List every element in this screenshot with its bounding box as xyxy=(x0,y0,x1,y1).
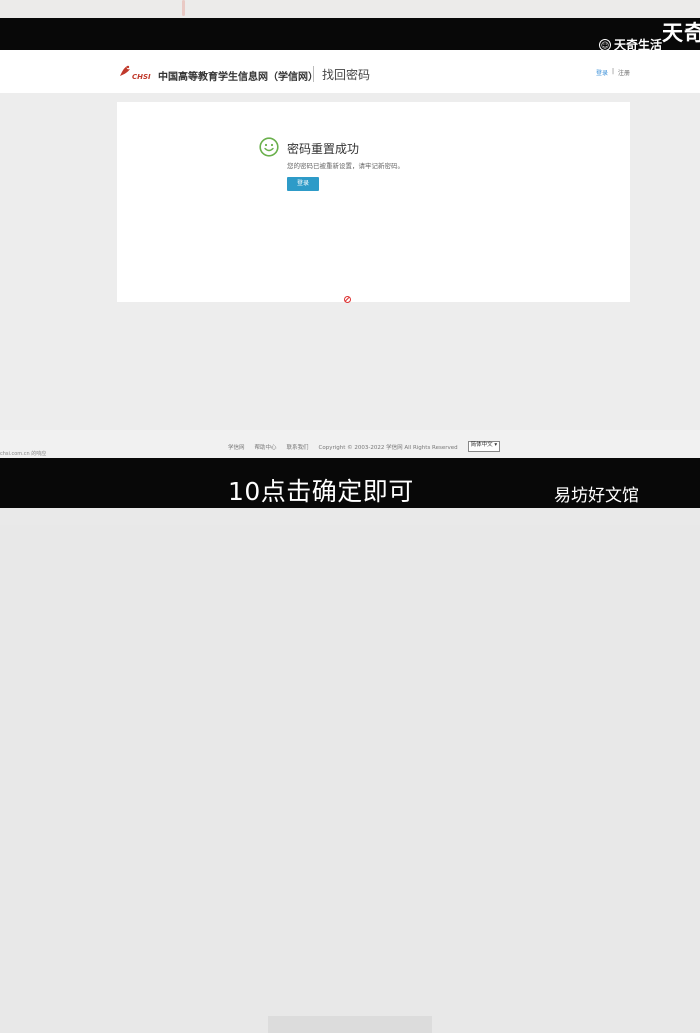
user-nav: 登录 | 注册 xyxy=(596,68,630,77)
watermark-bottom: 易坊好文馆 xyxy=(554,486,639,506)
browser-viewport: CHSI 中国高等教育学生信息网（学信网） 找回密码 登录 | 注册 密码重置成… xyxy=(0,50,700,430)
browser-status-text: chsi.com.cn 的响应 xyxy=(0,451,47,457)
desk-object xyxy=(182,0,185,16)
success-message: 您的密码已被重新设置，请牢记新密码。 xyxy=(287,162,404,170)
watermark-large: 天奇 xyxy=(662,21,700,45)
desk-background-bottom xyxy=(0,508,700,1033)
logo-text: CHSI xyxy=(132,73,151,81)
footer-links: 学信网 帮助中心 联系我们 Copyright © 2003-2022 学信网 … xyxy=(228,441,501,452)
header-divider xyxy=(313,66,314,82)
page-title: 找回密码 xyxy=(322,68,371,82)
footer-copyright: Copyright © 2003-2022 学信网 All Rights Res… xyxy=(318,444,458,451)
video-subtitle: 10点击确定即可 xyxy=(228,477,414,506)
footer-link-chsi[interactable]: 学信网 xyxy=(228,443,245,451)
desk-background-top xyxy=(0,0,700,18)
site-header: CHSI 中国高等教育学生信息网（学信网） 找回密码 登录 | 注册 xyxy=(0,50,700,93)
language-select[interactable]: 简体中文 ▾ xyxy=(467,441,501,452)
video-letterbox-top xyxy=(0,18,700,50)
smiley-icon xyxy=(259,137,279,157)
smile-circle-icon: ☺ xyxy=(598,38,611,51)
login-button[interactable]: 登录 xyxy=(287,177,319,191)
not-allowed-cursor-icon xyxy=(344,296,351,303)
site-footer: 学信网 帮助中心 联系我们 Copyright © 2003-2022 学信网 … xyxy=(0,430,700,458)
footer-link-contact[interactable]: 联系我们 xyxy=(287,443,309,451)
footer-link-help[interactable]: 帮助中心 xyxy=(255,443,277,451)
login-link[interactable]: 登录 xyxy=(596,68,608,77)
nav-separator: | xyxy=(611,68,614,75)
language-select-value: 简体中文 xyxy=(470,442,493,448)
success-title: 密码重置成功 xyxy=(287,142,360,156)
result-card: 密码重置成功 您的密码已被重新设置，请牢记新密码。 登录 xyxy=(117,102,630,302)
chsi-bird-logo-icon xyxy=(120,65,130,76)
register-link[interactable]: 注册 xyxy=(618,68,630,77)
monitor-stand xyxy=(268,1016,432,1033)
site-name[interactable]: 中国高等教育学生信息网（学信网） xyxy=(158,68,318,83)
